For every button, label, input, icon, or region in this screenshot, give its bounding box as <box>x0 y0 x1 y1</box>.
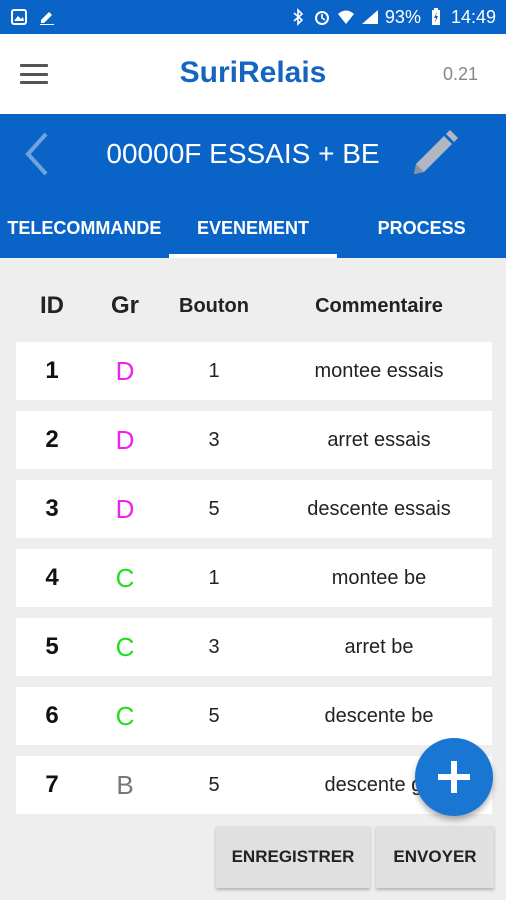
header-commentaire: Commentaire <box>315 294 443 317</box>
row-group: B <box>116 769 134 800</box>
row-comment: arret essais <box>327 428 431 451</box>
header-gr: Gr <box>110 292 139 319</box>
send-button[interactable]: ENVOYER <box>376 826 494 888</box>
table-row[interactable]: 2 D 3 arret essais <box>16 411 492 469</box>
table-row[interactable]: 6 C 5 descente be <box>16 687 492 745</box>
table-row[interactable]: 3 D 5 descente essais <box>16 480 492 538</box>
row-id: 2 <box>45 426 59 453</box>
tab-bar: TELECOMMANDE EVENEMENT PROCESS <box>0 210 506 258</box>
header-bouton: Bouton <box>179 294 249 317</box>
row-button: 5 <box>208 704 220 727</box>
row-button: 5 <box>208 497 220 520</box>
row-group: D <box>115 424 135 455</box>
app-bar: SuriRelais 0.21 <box>0 34 506 114</box>
tab-process[interactable]: PROCESS <box>337 210 506 258</box>
clock: 14:49 <box>450 6 496 27</box>
alarm-icon <box>313 8 331 26</box>
gallery-notification-icon <box>10 8 28 26</box>
app-title: SuriRelais <box>179 56 327 89</box>
table-header: ID Gr Bouton Commentaire <box>16 286 492 326</box>
plus-icon <box>438 761 470 793</box>
row-id: 1 <box>45 357 59 384</box>
row-comment: montee be <box>331 566 427 589</box>
row-button: 1 <box>208 566 220 589</box>
wifi-icon <box>337 8 355 26</box>
tab-evenement[interactable]: EVENEMENT <box>168 210 338 258</box>
add-event-button[interactable] <box>415 738 493 816</box>
row-comment: descente essais <box>307 497 451 520</box>
edit-notification-icon <box>38 8 56 26</box>
row-id: 4 <box>45 564 59 591</box>
status-bar: 93% 14:49 <box>0 0 506 34</box>
row-id: 3 <box>45 495 59 522</box>
bluetooth-icon <box>289 8 307 26</box>
tab-telecommande[interactable]: TELECOMMANDE <box>0 210 169 258</box>
row-button: 1 <box>208 359 220 382</box>
row-id: 7 <box>45 771 59 798</box>
row-group: C <box>115 562 135 593</box>
row-comment: arret be <box>344 635 414 658</box>
battery-percent: 93% <box>384 6 421 27</box>
table-row[interactable]: 4 C 1 montee be <box>16 549 492 607</box>
row-button: 3 <box>208 428 220 451</box>
event-list[interactable]: 1 D 1 montee essais 2 D 3 arret essais 3… <box>16 342 492 815</box>
battery-charging-icon <box>427 8 445 26</box>
row-comment: montee essais <box>314 359 444 382</box>
row-comment: descente be <box>324 704 434 727</box>
signal-icon <box>361 8 379 26</box>
device-header: 00000F ESSAIS + BE TELECOMMANDE EVENEMEN… <box>0 114 506 258</box>
row-group: D <box>115 355 135 386</box>
row-button: 5 <box>208 773 220 796</box>
row-id: 6 <box>45 702 59 729</box>
row-group: D <box>115 493 135 524</box>
row-button: 3 <box>208 635 220 658</box>
pencil-icon[interactable] <box>406 126 462 182</box>
row-group: C <box>115 700 135 731</box>
table-row[interactable]: 5 C 3 arret be <box>16 618 492 676</box>
row-id: 5 <box>45 633 59 660</box>
header-id: ID <box>40 292 64 319</box>
row-group: C <box>115 631 135 662</box>
table-row[interactable]: 1 D 1 montee essais <box>16 342 492 400</box>
app-version: 0.21 <box>442 64 478 84</box>
save-button[interactable]: ENREGISTRER <box>216 826 370 888</box>
